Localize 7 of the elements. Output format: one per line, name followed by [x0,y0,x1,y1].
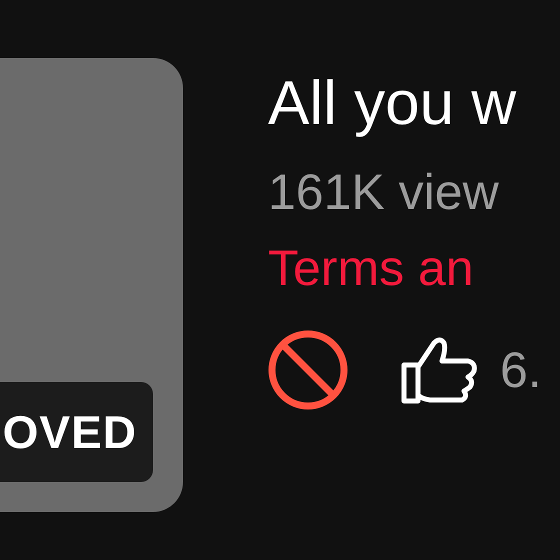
notice-text: Terms an [268,239,475,298]
view-count: 161K view [268,163,500,222]
thumbs-up-icon[interactable] [400,335,480,405]
video-title[interactable]: All you w [268,66,542,142]
status-badge: OVED [0,382,153,482]
like-count: 6. [500,341,542,399]
thumbnail-card[interactable]: OVED [0,58,183,512]
